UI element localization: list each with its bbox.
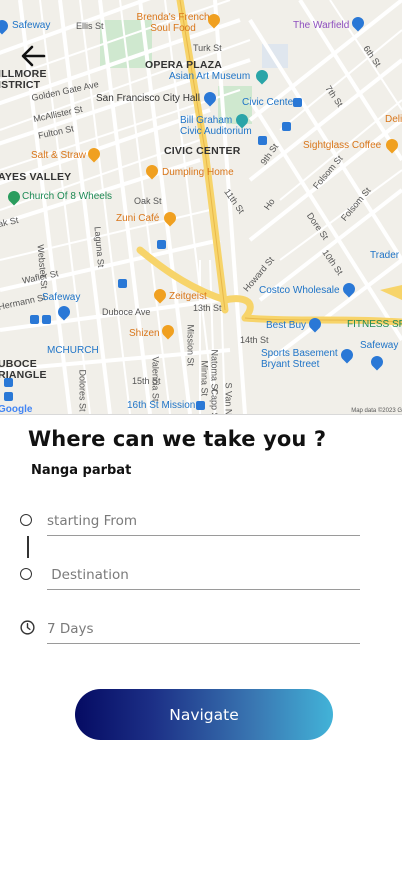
street-label: Turk St	[193, 43, 222, 53]
transit-icon[interactable]	[30, 315, 39, 324]
street-label: Valencia St	[150, 356, 161, 402]
clock-icon	[20, 620, 35, 635]
duration-input[interactable]	[47, 615, 360, 644]
place-sports-basement: Sports Basement Bryant Street	[261, 348, 338, 370]
transit-icon[interactable]	[258, 136, 267, 145]
street-label: Ellis St	[76, 21, 104, 31]
destination-name: Nanga parbat	[31, 463, 132, 478]
destination-input[interactable]	[47, 561, 360, 590]
district-label: OPERA PLAZA	[145, 59, 223, 71]
place-salt-straw: Salt & Straw	[31, 150, 87, 161]
google-logo: Google	[0, 404, 33, 415]
transit-icon[interactable]	[282, 122, 291, 131]
place-deli: Deli	[385, 114, 402, 125]
street-label: Minna St	[199, 360, 210, 397]
street-label: Dolores St	[77, 369, 88, 412]
transit-icon[interactable]	[42, 315, 51, 324]
transit-icon[interactable]	[118, 279, 127, 288]
route-connector	[27, 536, 29, 558]
place-best-buy: Best Buy	[266, 320, 307, 331]
place-asian-art: Asian Art Museum	[169, 71, 251, 82]
place-city-hall: San Francisco City Hall	[96, 93, 200, 104]
place-civic-center-station: Civic Center	[242, 97, 297, 108]
place-costco: Costco Wholesale	[259, 285, 340, 296]
place-church8: Church Of 8 Wheels	[22, 191, 113, 202]
map-view[interactable]: ILLMORE ISTRICT AYES VALLEY UBOCE RIANGL…	[0, 0, 402, 415]
street-label: 14th St	[240, 335, 269, 345]
transit-icon[interactable]	[293, 98, 302, 107]
street-label: Oak St	[134, 196, 162, 206]
transit-icon[interactable]	[196, 401, 205, 410]
place-warfield: The Warfield	[293, 20, 350, 31]
place-safeway-top: Safeway	[12, 20, 51, 31]
street-label: Capp St	[209, 388, 220, 415]
district-label: CIVIC CENTER	[164, 145, 241, 157]
place-fitness: FITNESS SF	[347, 319, 402, 330]
map-attribution: Map data ©2023 G	[351, 408, 402, 414]
transit-icon[interactable]	[157, 240, 166, 249]
place-brendas: Brenda's French Soul Food	[136, 12, 210, 34]
destination-radio-icon	[20, 568, 32, 580]
district-label: AYES VALLEY	[0, 171, 72, 183]
place-zeitgeist: Zeitgeist	[169, 291, 207, 302]
page-title: Where can we take you ?	[28, 427, 327, 451]
navigate-button[interactable]: Navigate	[75, 689, 333, 740]
place-safeway-right: Safeway	[360, 340, 399, 351]
place-trader: Trader	[370, 250, 400, 261]
street-label: S Van Ness Ave	[223, 382, 234, 415]
district-label: ISTRICT	[0, 79, 41, 91]
place-mission-station: 16th St Mission	[127, 400, 196, 411]
place-safeway-mid: Safeway	[42, 292, 81, 303]
place-mchurch: MCHURCH	[47, 345, 99, 356]
back-arrow-icon[interactable]	[20, 44, 46, 68]
place-dumpling: Dumpling Home	[162, 167, 234, 178]
transit-icon[interactable]	[4, 378, 13, 387]
start-radio-icon	[20, 514, 32, 526]
place-shizen: Shizen	[129, 328, 160, 339]
start-location-input[interactable]	[47, 507, 360, 536]
district-label: ILLMORE	[0, 68, 47, 80]
street-label: Duboce Ave	[102, 307, 151, 317]
street-label: Natoma St	[209, 349, 220, 393]
transit-icon[interactable]	[4, 392, 13, 401]
district-label: UBOCE	[0, 358, 37, 370]
place-sightglass: Sightglass Coffee	[303, 140, 382, 151]
street-label: 13th St	[193, 303, 222, 313]
street-label: Mission St	[185, 324, 196, 367]
place-zuni: Zuni Café	[116, 213, 160, 224]
